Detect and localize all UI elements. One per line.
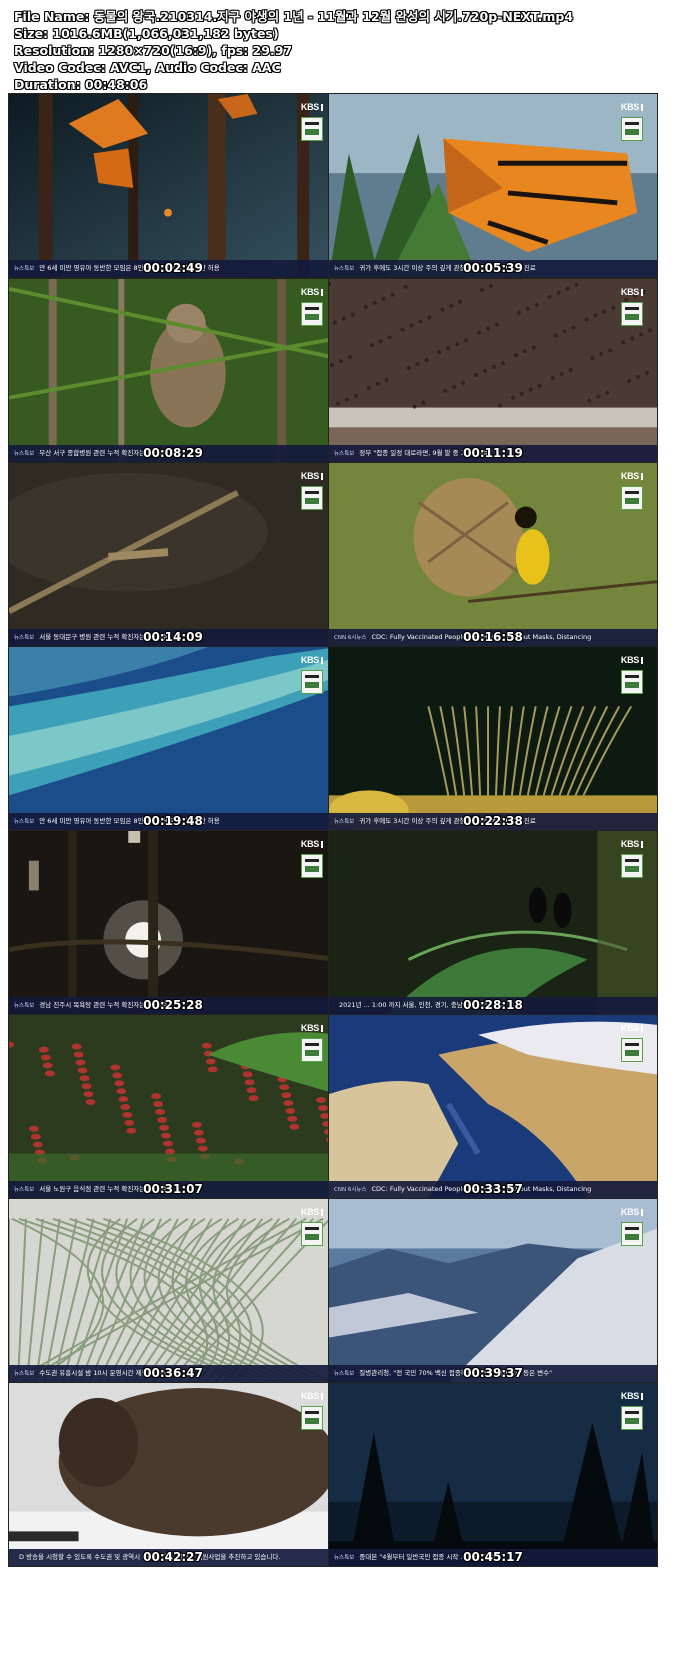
video-thumbnail[interactable]: KBS 2021년 ... 1:00 까지 서울, 인천, 경기, 충남지 ..… — [328, 830, 658, 1015]
program-badge-icon — [301, 1038, 323, 1062]
program-badge-icon — [621, 486, 643, 510]
ticker-tag: 뉴스특보 — [14, 635, 35, 641]
channel-logo: KBS — [621, 1023, 643, 1033]
timestamp: 00:45:17 — [463, 1550, 523, 1564]
thumbnail-image — [9, 1199, 337, 1382]
timestamp: 00:11:19 — [463, 446, 523, 460]
thumbnail-image — [9, 1015, 337, 1198]
video-thumbnail[interactable]: KBS CNN 6시뉴스 CDC: Fully Vaccinated People… — [328, 462, 658, 647]
thumbnail-image — [329, 1383, 657, 1566]
video-thumbnail[interactable]: KBS 뉴스특보 귀가 후에도 3시간 이상 주의 깊게 관찰 ... 반응 생기… — [328, 646, 658, 831]
timestamp: 00:19:48 — [143, 814, 203, 828]
thumbnail-image — [329, 831, 657, 1014]
channel-logo: KBS — [301, 1207, 323, 1217]
program-badge-icon — [301, 1406, 323, 1430]
program-badge-icon — [621, 302, 643, 326]
ticker-tag: 뉴스특보 — [334, 451, 355, 457]
video-thumbnail[interactable]: KBS 뉴스특보 서울 노원구 음식점 관련 누적 확진자는 ... 기준 00:… — [8, 1014, 338, 1199]
timestamp: 00:42:27 — [143, 1550, 203, 1564]
video-thumbnail[interactable]: KBS 뉴스특보 서울 동대문구 병원 관련 누적 확진자는 ... 기준 00:… — [8, 462, 338, 647]
program-badge-icon — [621, 1406, 643, 1430]
video-thumbnail[interactable]: KBS 뉴스특보 귀가 후에도 3시간 이상 주의 깊게 관찰 ... 반응 생기… — [328, 93, 658, 278]
ticker-tag: 뉴스특보 — [14, 1003, 35, 1009]
ticker-text: 질병관리청, "전 국민 70% 백신 접종하면 ... 변이 바이러스 등은 … — [359, 1369, 553, 1377]
channel-logo: KBS — [301, 1023, 323, 1033]
thumbnail-grid: KBS 뉴스특보 만 6세 미만 영유아 동반한 모임은 8인까지 모임은 4인까… — [0, 0, 690, 1668]
thumbnail-image — [329, 1015, 657, 1198]
video-thumbnail[interactable]: KBS 뉴스특보 만 6세 미만 영유아 동반한 모임은 8인까지 모임은 4인까… — [8, 93, 338, 278]
ticker-tag: 뉴스특보 — [14, 1187, 35, 1193]
program-badge-icon — [621, 854, 643, 878]
thumbnail-image — [329, 1199, 657, 1382]
ticker-tag: 뉴스특보 — [334, 266, 355, 272]
timestamp: 00:08:29 — [143, 446, 203, 460]
timestamp: 00:36:47 — [143, 1366, 203, 1380]
timestamp: 00:39:37 — [463, 1366, 523, 1380]
channel-logo: KBS — [621, 655, 643, 665]
timestamp: 00:28:18 — [463, 998, 523, 1012]
ticker-tag: 뉴스특보 — [14, 1371, 35, 1377]
thumbnail-image — [9, 1383, 337, 1566]
program-badge-icon — [301, 670, 323, 694]
channel-logo: KBS — [301, 655, 323, 665]
video-thumbnail[interactable]: KBS D 방송을 시청할 수 있도록 수도권 및 광역시 공공주택 ... 처… — [8, 1382, 338, 1567]
timestamp: 00:33:57 — [463, 1182, 523, 1196]
thumbnail-image — [9, 831, 337, 1014]
ticker-tag: 뉴스특보 — [14, 451, 35, 457]
video-thumbnail[interactable]: KBS 뉴스특보 부산 서구 종합병원 관련 누적 확진자는 ... 기준 00:… — [8, 278, 338, 463]
video-thumbnail[interactable]: KBS 뉴스특보 정부 "접종 일정 대로라면, 9월 말 중 고 ... 예측"… — [328, 278, 658, 463]
channel-logo: KBS — [301, 839, 323, 849]
ticker-tag: 뉴스특보 — [334, 1371, 355, 1377]
ticker-tag: 뉴스특보 — [14, 266, 35, 272]
channel-logo: KBS — [301, 287, 323, 297]
timestamp: 00:25:28 — [143, 998, 203, 1012]
video-thumbnail[interactable]: KBS 뉴스특보 중대본 "4월부터 일반국민 접종 시작 ... 우선 고려" … — [328, 1382, 658, 1567]
program-badge-icon — [621, 1222, 643, 1246]
thumbnail-image — [329, 647, 657, 830]
channel-logo: KBS — [301, 1391, 323, 1401]
program-badge-icon — [301, 117, 323, 141]
channel-logo: KBS — [301, 102, 323, 112]
program-badge-icon — [621, 117, 643, 141]
video-thumbnail[interactable]: KBS 뉴스특보 수도권 유흥시설 밤 10시 운영시간 제한 ... 4시 00… — [8, 1198, 338, 1383]
thumbnail-image — [9, 647, 337, 830]
video-thumbnail[interactable]: KBS 뉴스특보 만 6세 미만 영유아 동반한 모임은 8인까지 모임은 4인까… — [8, 646, 338, 831]
program-badge-icon — [621, 1038, 643, 1062]
video-thumbnail[interactable]: KBS 뉴스특보 질병관리청, "전 국민 70% 백신 접종하면 ... 변이 … — [328, 1198, 658, 1383]
thumbnail-image — [329, 94, 657, 277]
channel-logo: KBS — [621, 471, 643, 481]
channel-logo: KBS — [621, 1207, 643, 1217]
ticker-tag: 뉴스특보 — [14, 819, 35, 825]
channel-logo: KBS — [621, 102, 643, 112]
thumbnail-image — [329, 279, 657, 462]
timestamp: 00:14:09 — [143, 630, 203, 644]
timestamp: 00:02:49 — [143, 261, 203, 275]
channel-logo: KBS — [621, 839, 643, 849]
ticker-tag: CNN 6시뉴스 — [334, 1187, 367, 1193]
ticker-tag: 뉴스특보 — [334, 819, 355, 825]
thumbnail-image — [9, 463, 337, 646]
program-badge-icon — [301, 854, 323, 878]
timestamp: 00:22:38 — [463, 814, 523, 828]
program-badge-icon — [301, 1222, 323, 1246]
thumbnail-image — [329, 463, 657, 646]
video-thumbnail[interactable]: KBS 뉴스특보 경남 진주시 목욕탕 관련 누적 확진자는 ... 기준 00:… — [8, 830, 338, 1015]
program-badge-icon — [301, 302, 323, 326]
channel-logo: KBS — [621, 1391, 643, 1401]
timestamp: 00:05:39 — [463, 261, 523, 275]
program-badge-icon — [621, 670, 643, 694]
timestamp: 00:31:07 — [143, 1182, 203, 1196]
timestamp: 00:16:58 — [463, 630, 523, 644]
channel-logo: KBS — [621, 287, 643, 297]
ticker-tag: CNN 6시뉴스 — [334, 635, 367, 641]
channel-logo: KBS — [301, 471, 323, 481]
video-thumbnail[interactable]: KBS CNN 6시뉴스 CDC: Fully Vaccinated People… — [328, 1014, 658, 1199]
thumbnail-image — [9, 279, 337, 462]
thumbnail-image — [9, 94, 337, 277]
program-badge-icon — [301, 486, 323, 510]
ticker-tag: 뉴스특보 — [334, 1555, 355, 1561]
